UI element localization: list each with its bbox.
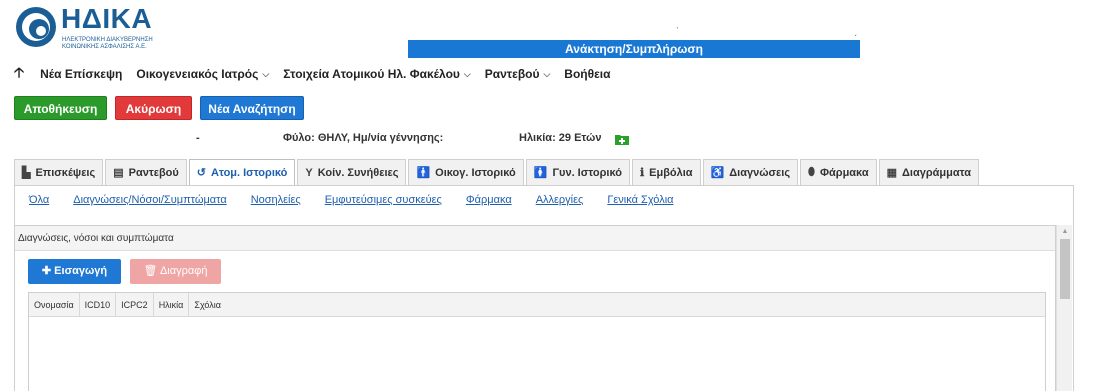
tab-vaccines[interactable]: ℹ Εμβόλια [631,159,701,185]
insert-label: Εισαγωγή [54,265,108,277]
chevron-down-icon: ⌵ [262,68,270,79]
tab-label: Επισκέψεις [35,166,96,179]
trash-icon: 🗑 [143,265,160,277]
tab-medications[interactable]: ⬮ Φάρμακα [800,159,877,185]
nav-appointments-label: Ραντεβού [484,67,540,81]
tab-appointments[interactable]: ▤ Ραντεβού [105,159,187,185]
female-icon: 🚺 [533,167,548,179]
tab-diagnoses[interactable]: ♿ Διαγνώσεις [702,159,799,185]
brand-subtitle-line1: ΗΛΕΚΤΡΟΝΙΚΗ ΔΙΑΚΥΒΕΡΝΗΣΗ [62,37,153,43]
logo-swirl-icon [16,7,56,47]
plus-icon: ✚ [41,265,55,277]
subtab-allergies[interactable]: Αλλεργίες [536,194,584,206]
save-button[interactable]: Αποθήκευση [14,96,107,120]
subtab-implants[interactable]: Εμφυτεύσιμες συσκεύες [325,194,442,206]
header-blank-field: ˋ ˏ [408,12,868,40]
tab-charts[interactable]: ▦ Διαγράμματα [878,159,979,185]
tab-gyn-history[interactable]: 🚺 Γυν. Ιστορικό [525,159,630,185]
tab-label: Γυν. Ιστορικό [552,166,622,179]
new-search-button[interactable]: Νέα Αναζήτηση [200,96,304,120]
tab-family-history[interactable]: 🚹 Οικογ. Ιστορικό [408,159,524,185]
delete-label: Διαγραφή [159,265,208,277]
tab-label: Εμβόλια [649,166,693,179]
tab-label: Διαγράμματα [902,166,971,179]
chevron-down-icon: ⌵ [463,68,471,79]
panel-heading: Διαγνώσεις, νόσοι και συμπτώματα [15,226,1055,251]
patient-gender-dob: Φύλο: ΘΗΛΥ, Ημ/νία γέννησης: [283,132,444,144]
column-age[interactable]: Ηλικία [154,293,190,316]
tab-visits[interactable]: ▙ Επισκέψεις [14,159,104,185]
page-title: Ανάκτηση/Συμπλήρωση [408,40,860,58]
diagnoses-table: Ονομασία ICD10 ICPC2 Ηλικία Σχόλια [28,292,1046,391]
subtab-hospitalizations[interactable]: Νοσηλείες [251,194,301,206]
patient-age: Ηλικία: 29 Ετών [519,132,602,144]
history-icon: ↺ [196,167,207,179]
scroll-up-icon[interactable]: ▲ [1057,227,1073,237]
brand-name: ΗΔΙΚΑ [61,3,153,34]
calendar-icon: ▤ [113,167,124,179]
delete-button[interactable]: 🗑 Διαγραφή [130,259,221,284]
nav-health-record-label: Στοιχεία Ατομικού Ηλ. Φακέλου [283,67,460,81]
glass-icon: Y [305,166,313,179]
tab-label: Φάρμακα [819,166,869,179]
brand-subtitle: ΗΛΕΚΤΡΟΝΙΚΗ ΔΙΑΚΥΒΕΡΝΗΣΗ ΚΟΙΝΩΝΙΚΗΣ ΑΣΦΑ… [62,37,153,51]
column-comments[interactable]: Σχόλια [189,293,226,316]
nav-family-doctor-label: Οικογενειακός Ιατρός [136,67,259,81]
chevron-down-icon: ⌵ [543,68,551,79]
syringe-icon: ℹ [639,167,645,179]
nav-help[interactable]: Βοήθεια [564,67,610,81]
tab-label: Ραντεβού [128,166,179,179]
tab-label: Οικογ. Ιστορικό [435,166,516,179]
tab-label: Κοίν. Συνήθειες [317,166,399,179]
subtab-diagnoses[interactable]: Διαγνώσεις/Νόσοι/Συμπτώματα [73,194,226,206]
column-icd10[interactable]: ICD10 [80,293,117,316]
arrow-up-icon[interactable]: 🡡 [14,62,24,86]
brand-logo: ΗΔΙΚΑ ΗΛΕΚΤΡΟΝΙΚΗ ΔΙΑΚΥΒΕΡΝΗΣΗ ΚΟΙΝΩΝΙΚΗ… [14,3,174,53]
nav-new-visit-label: Νέα Επίσκεψη [40,67,123,81]
scroll-thumb[interactable] [1060,239,1070,299]
chart-icon: ▦ [886,167,897,179]
tab-label: Ατομ. Ιστορικό [211,166,288,179]
pill-icon: ⬮ [808,166,815,178]
folder-add-icon[interactable] [615,133,629,145]
column-name[interactable]: Ονομασία [29,293,80,316]
brand-subtitle-line2: ΚΟΙΝΩΝΙΚΗΣ ΑΣΦΑΛΙΣΗΣ Α.Ε. [62,44,147,50]
subtab-all[interactable]: Όλα [29,194,49,206]
visits-icon: ▙ [22,167,31,179]
cancel-button[interactable]: Ακύρωση [115,96,192,120]
nav-new-visit[interactable]: Νέα Επίσκεψη [40,67,122,81]
nav-family-doctor[interactable]: Οικογενειακός Ιατρός ⌵ [136,67,269,81]
nav-appointments[interactable]: Ραντεβού ⌵ [485,67,551,81]
nav-health-record[interactable]: Στοιχεία Ατομικού Ηλ. Φακέλου ⌵ [283,67,471,81]
insert-button[interactable]: ✚ Εισαγωγή [28,259,121,284]
tab-social-habits[interactable]: Y Κοίν. Συνήθειες [297,159,407,185]
wheelchair-icon: ♿ [710,167,725,179]
tab-personal-history[interactable]: ↺ Ατομ. Ιστορικό [188,159,296,185]
tab-label: Διαγνώσεις [729,166,791,179]
patient-name-separator: - [196,132,200,144]
history-subtabs: Όλα Διαγνώσεις/Νόσοι/Συμπτώματα Νοσηλείε… [29,194,698,206]
column-icpc2[interactable]: ICPC2 [116,293,154,316]
subtab-general-comments[interactable]: Γενικά Σχόλια [607,194,673,206]
vertical-scrollbar[interactable]: ▲ [1056,225,1072,391]
table-header: Ονομασία ICD10 ICPC2 Ηλικία Σχόλια [29,293,1045,317]
nav-help-label: Βοήθεια [564,67,611,81]
record-tabs: ▙ Επισκέψεις ▤ Ραντεβού ↺ Ατομ. Ιστορικό YΚ… [14,159,981,185]
subtab-drugs[interactable]: Φάρμακα [466,194,512,206]
main-nav: 🡡 Νέα Επίσκεψη Οικογενειακός Ιατρός ⌵ Στο… [14,64,625,84]
family-icon: 🚹 [416,167,431,179]
